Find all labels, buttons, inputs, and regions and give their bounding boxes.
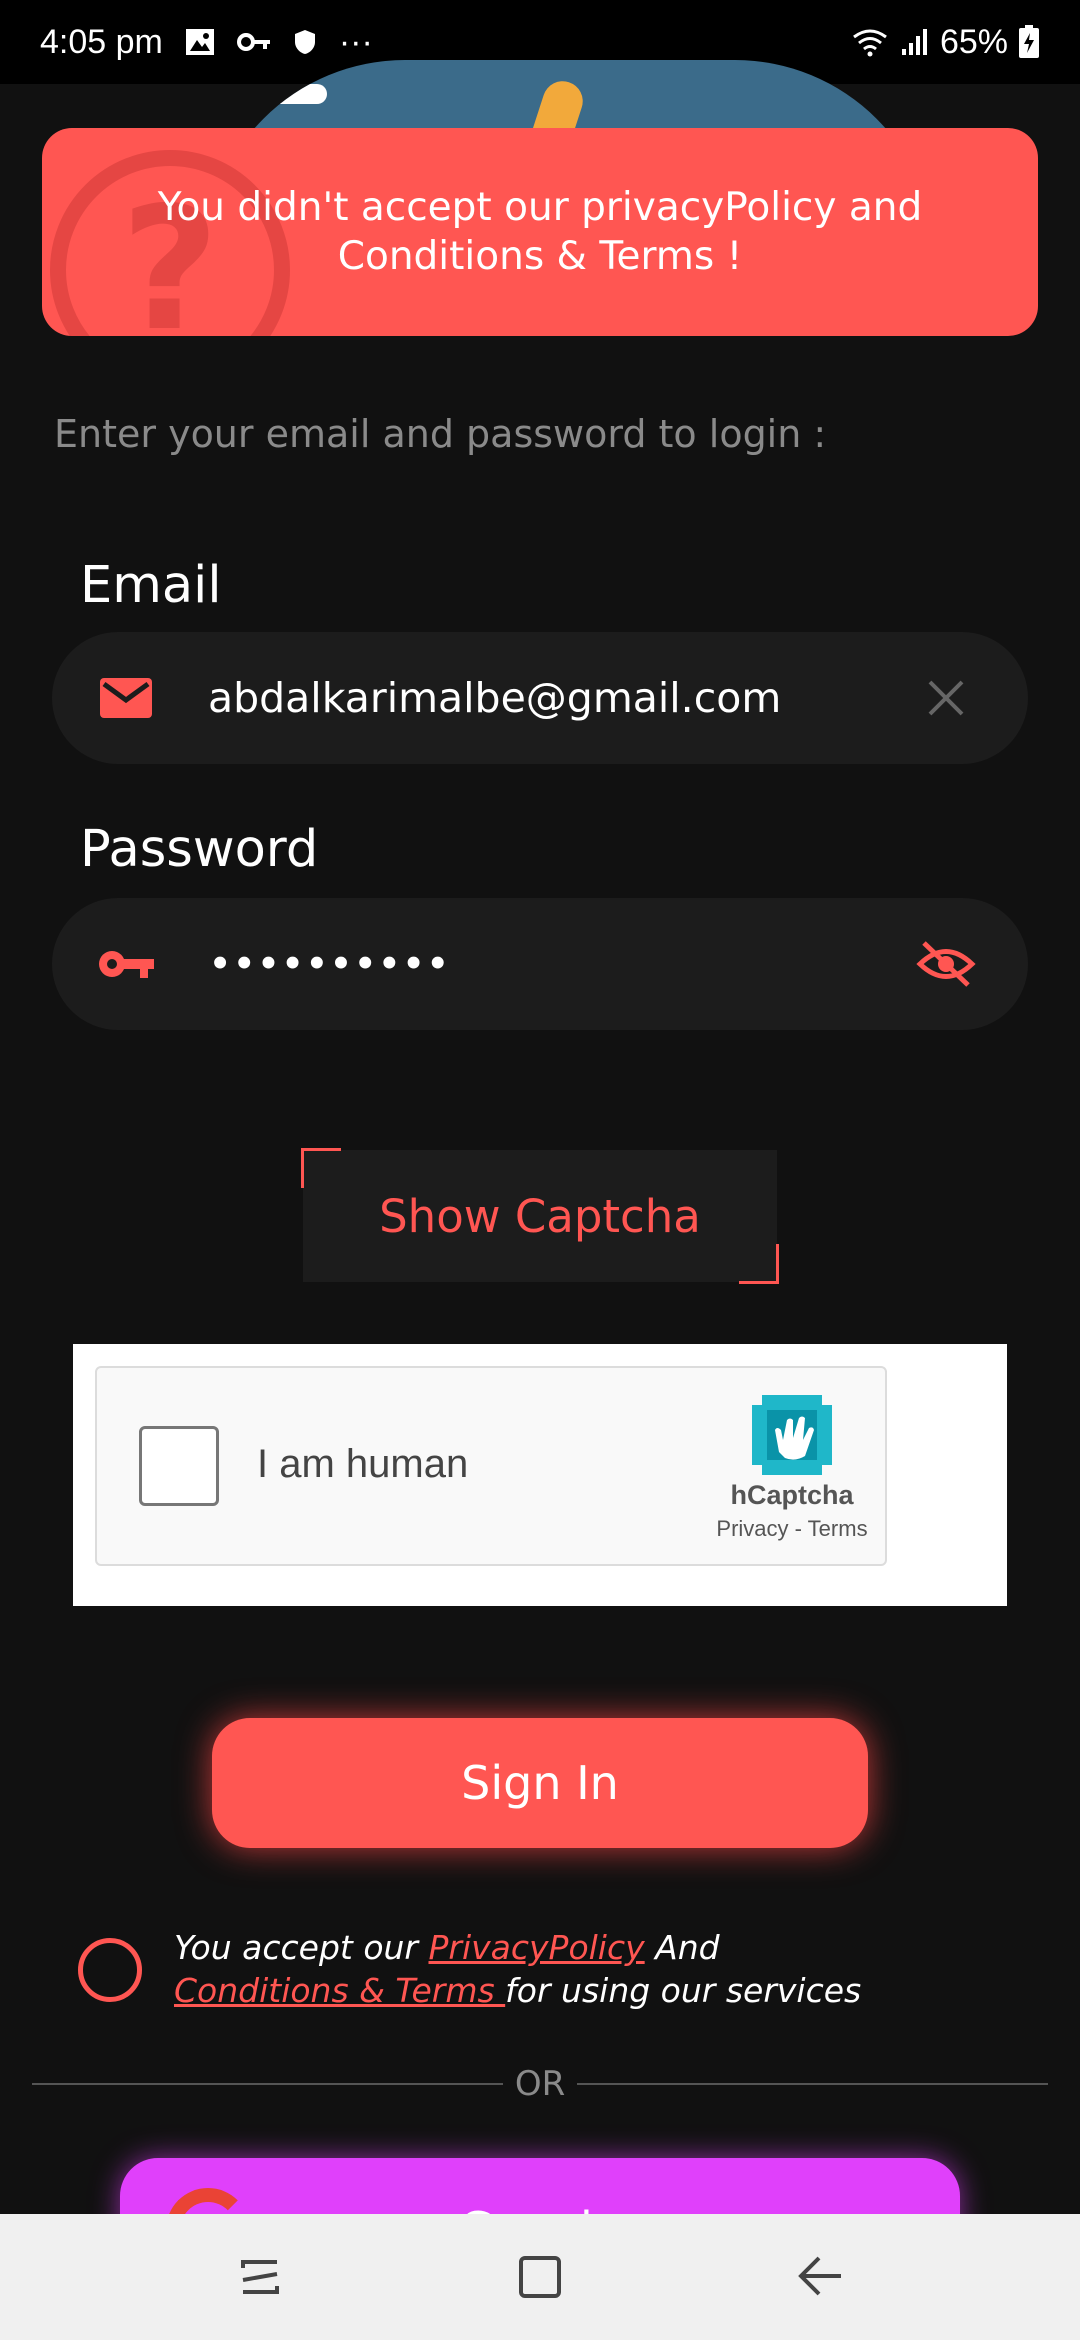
cloud-shape <box>257 84 327 104</box>
terms-prefix: You accept our <box>174 1928 429 1967</box>
or-divider: OR <box>32 2062 1049 2106</box>
clear-icon[interactable] <box>914 666 978 730</box>
email-field[interactable]: abdalkarimalbe@gmail.com <box>52 632 1028 764</box>
signal-icon <box>900 27 930 57</box>
sign-in-label: Sign In <box>461 1756 619 1810</box>
password-field[interactable]: •••••••••• <box>52 898 1028 1030</box>
corner-decoration <box>301 1148 341 1188</box>
status-right: 65% <box>850 23 1040 62</box>
terms-middle: And <box>644 1928 720 1967</box>
show-captcha-label: Show Captcha <box>379 1189 701 1243</box>
sign-in-button[interactable]: Sign In <box>212 1718 868 1848</box>
error-toast[interactable]: ? You didn't accept our privacyPolicy an… <box>42 128 1038 336</box>
captcha-links[interactable]: Privacy - Terms <box>697 1516 887 1542</box>
email-value[interactable]: abdalkarimalbe@gmail.com <box>208 674 914 722</box>
or-text: OR <box>514 2064 566 2104</box>
corner-decoration <box>739 1244 779 1284</box>
captcha-widget: I am human hCaptcha Privacy - Terms <box>95 1366 887 1566</box>
battery-percent: 65% <box>939 22 1008 61</box>
privacy-policy-link[interactable]: PrivacyPolicy <box>428 1928 644 1967</box>
captcha-brand: hCaptcha <box>730 1480 854 1510</box>
status-time: 4:05 pm <box>40 22 163 61</box>
key-icon <box>96 934 156 994</box>
visibility-off-icon[interactable] <box>914 932 978 996</box>
terms-suffix: for using our services <box>505 1971 862 2010</box>
status-left: 4:05 pm ··· <box>40 23 373 62</box>
divider-line <box>577 2083 1049 2085</box>
captcha-label: I am human <box>257 1442 469 1486</box>
status-more-icon: ··· <box>338 22 373 61</box>
toast-message: You didn't accept our privacyPolicy and … <box>157 185 923 279</box>
battery-icon <box>1018 25 1040 59</box>
email-label: Email <box>80 556 222 615</box>
conditions-terms-link[interactable]: Conditions & Terms <box>174 1971 505 2010</box>
vpn-key-icon <box>236 31 271 53</box>
email-icon <box>96 668 156 728</box>
login-prompt: Enter your email and password to login : <box>54 412 827 456</box>
accept-terms-text: You accept our PrivacyPolicy And Conditi… <box>174 1926 1034 2012</box>
accept-terms-radio[interactable] <box>78 1938 142 2002</box>
password-label: Password <box>80 820 319 879</box>
captcha-panel: I am human hCaptcha Privacy - Terms <box>73 1344 1007 1606</box>
shield-icon <box>293 28 317 56</box>
gallery-icon <box>185 28 215 56</box>
captcha-checkbox[interactable] <box>139 1426 219 1506</box>
recent-apps-icon[interactable] <box>220 2237 300 2317</box>
divider-line <box>32 2083 503 2085</box>
back-icon[interactable] <box>780 2237 860 2317</box>
navigation-bar <box>0 2214 1080 2340</box>
home-icon[interactable] <box>500 2237 580 2317</box>
password-value[interactable]: •••••••••• <box>208 940 914 988</box>
show-captcha-button[interactable]: Show Captcha <box>301 1148 779 1284</box>
wifi-icon <box>850 27 890 57</box>
hcaptcha-logo-icon <box>747 1390 837 1480</box>
